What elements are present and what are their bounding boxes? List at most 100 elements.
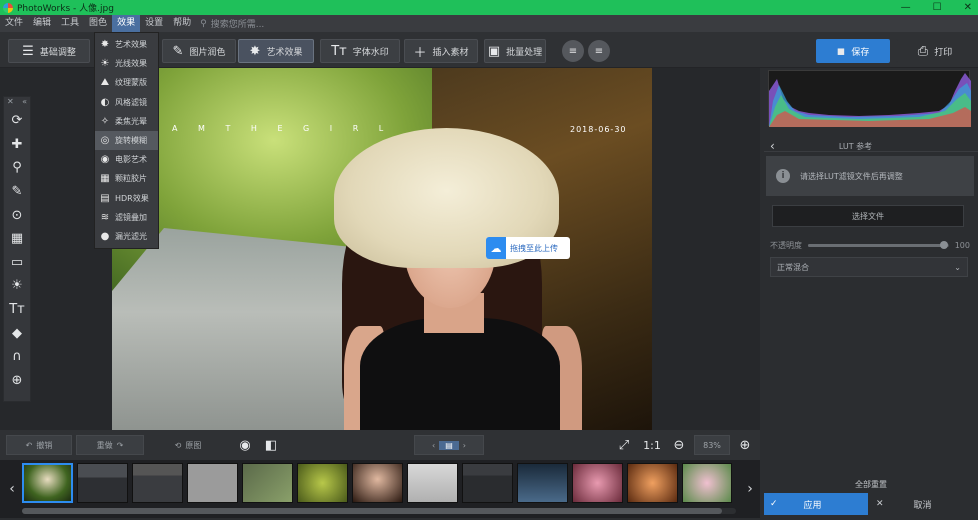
effect-leak[interactable]: ● 漏光滤光	[95, 227, 158, 246]
close-icon[interactable]: ✕	[964, 2, 972, 13]
stamp-tool-icon[interactable]: ⚲	[4, 156, 30, 180]
cancel-button[interactable]: ✕ 取消	[870, 493, 974, 515]
collapse-icon[interactable]: «	[22, 97, 27, 109]
opacity-fill	[808, 243, 945, 247]
menu-file[interactable]: 文件	[0, 15, 28, 32]
thumbnail[interactable]	[517, 463, 568, 503]
batch-button[interactable]: ▣ 批量处理	[484, 39, 546, 63]
right-panel: ‹ LUT 参考 i 请选择LUT滤镜文件后再调整 选择文件 不透明度 100 …	[764, 68, 978, 520]
close-icon[interactable]: ✕	[7, 97, 14, 109]
save-button[interactable]: ▪ 保存	[816, 39, 890, 63]
scrollbar-thumb[interactable]	[22, 508, 722, 514]
menu-settings[interactable]: 设置	[140, 15, 168, 32]
batch-label: 批量处理	[506, 47, 543, 58]
next-image-icon[interactable]: ›	[463, 441, 466, 450]
zoom-value[interactable]: 83%	[694, 435, 730, 455]
menu-color[interactable]: 图色	[84, 15, 112, 32]
menu-search[interactable]: ⚲ 搜索您所需...	[200, 17, 264, 31]
history-icon[interactable]: ≡	[562, 40, 584, 62]
opacity-thumb[interactable]	[940, 240, 949, 249]
photo-canvas[interactable]: A M T H E G I R L 2018-06-30	[112, 68, 652, 430]
apply-label: 应用	[803, 500, 822, 511]
insert-material-button[interactable]: ＋ 插入素材	[404, 39, 478, 63]
menu-help[interactable]: 帮助	[168, 15, 196, 32]
photo-overlay-date: 2018-06-30	[570, 125, 627, 134]
thumbnail[interactable]	[297, 463, 348, 503]
gradient-tool-icon[interactable]: ▦	[4, 227, 30, 251]
opacity-slider[interactable]	[808, 240, 949, 249]
download-history-icon[interactable]: ≡	[588, 40, 610, 62]
thumbnail[interactable]	[187, 463, 238, 503]
select-file-button[interactable]: 选择文件	[772, 205, 964, 227]
filmstrip: ‹ ›	[0, 460, 760, 518]
effect-blur[interactable]: ◎ 旋转模糊	[95, 130, 158, 151]
thumbnail[interactable]	[132, 463, 183, 503]
thumbnail[interactable]	[22, 463, 73, 503]
prev-image-icon[interactable]: ‹	[432, 441, 435, 450]
bandage-tool-icon[interactable]: ✚	[4, 133, 30, 157]
menu-tools[interactable]: 工具	[56, 15, 84, 32]
apply-button[interactable]: ✓ 应用	[764, 493, 868, 515]
filmstrip-next-icon[interactable]: ›	[740, 460, 760, 518]
plus-icon: ＋	[413, 45, 427, 61]
reset-all-button[interactable]: 全部重置	[764, 476, 978, 492]
light-tool-icon[interactable]: ☀	[4, 274, 30, 298]
thumbnail[interactable]	[352, 463, 403, 503]
maximize-icon[interactable]: ☐	[933, 2, 942, 13]
undo-button[interactable]: ↶ 撤销	[6, 435, 72, 455]
close-icon: ✕	[876, 499, 884, 509]
thumbnail[interactable]	[682, 463, 732, 503]
filmstrip-scrollbar[interactable]	[22, 508, 736, 514]
thumbnail[interactable]	[77, 463, 128, 503]
effect-light[interactable]: ☀ 光线效果	[95, 54, 158, 73]
effect-soft-glow[interactable]: ✧ 柔焦光晕	[95, 112, 158, 131]
info-text: 请选择LUT滤镜文件后再调整	[800, 171, 903, 181]
info-icon: i	[776, 169, 790, 183]
menu-edit[interactable]: 编辑	[28, 15, 56, 32]
redo-button[interactable]: 重做 ↷	[76, 435, 144, 455]
filmstrip-prev-icon[interactable]: ‹	[2, 460, 22, 518]
folder-icon[interactable]: ▤	[439, 440, 459, 450]
print-button[interactable]: ⎙ 打印	[896, 39, 974, 63]
thumbnail[interactable]	[462, 463, 513, 503]
thumbnail[interactable]	[627, 463, 678, 503]
rotate-tool-icon[interactable]: ⟳	[4, 109, 30, 133]
effect-style[interactable]: ◐ 风格滤镜	[95, 93, 158, 112]
effect-hdr[interactable]: ▤ HDR效果	[95, 189, 158, 208]
effect-grain[interactable]: ▦ 颗粒胶片	[95, 169, 158, 188]
shape-tool-icon[interactable]: ⊕	[4, 369, 30, 393]
effect-texture[interactable]: ⛰ 纹理蒙版	[95, 73, 158, 92]
hdr-icon: ▤	[100, 192, 110, 204]
thumbnail[interactable]	[572, 463, 623, 503]
zoom-out-icon[interactable]: ⊖	[670, 435, 688, 455]
upload-tooltip[interactable]: ☁ 拖拽至此上传	[486, 237, 570, 259]
basic-adjust-button[interactable]: ☰ 基础调整	[8, 39, 90, 63]
thumbnail[interactable]	[242, 463, 293, 503]
menu-effects[interactable]: 效果	[112, 15, 141, 32]
compare-icon[interactable]: ◧	[262, 435, 280, 455]
effect-art[interactable]: ✸ 艺术效果	[95, 35, 158, 54]
back-icon[interactable]: ‹	[770, 139, 775, 153]
undo-label: 撤销	[36, 440, 53, 450]
vignette-tool-icon[interactable]: ▭	[4, 251, 30, 275]
brush-tool-icon[interactable]: ✎	[4, 180, 30, 204]
text-tool-icon[interactable]: Tт	[4, 298, 30, 322]
thumbnail[interactable]	[407, 463, 458, 503]
zoom-in-icon[interactable]: ⊕	[736, 435, 754, 455]
lasso-tool-icon[interactable]: ∩	[4, 345, 30, 369]
actual-size-button[interactable]: 1:1	[640, 435, 664, 455]
effect-film[interactable]: ◉ 电影艺术	[95, 150, 158, 169]
retouch-button[interactable]: ✎ 图片润色	[162, 39, 236, 63]
fit-screen-icon[interactable]: ⤢	[614, 435, 634, 455]
fill-tool-icon[interactable]: ◆	[4, 321, 30, 345]
floppy-icon: ▪	[836, 43, 846, 59]
text-watermark-button[interactable]: Tт 字体水印	[320, 39, 400, 63]
blend-mode-select[interactable]: 正常混合 ⌄	[770, 257, 968, 277]
effect-overlay[interactable]: ≋ 滤镜叠加	[95, 208, 158, 227]
minimize-icon[interactable]: —	[901, 2, 911, 13]
art-effects-button[interactable]: ✸ 艺术效果	[238, 39, 314, 63]
original-label: 原图	[185, 440, 202, 450]
original-button[interactable]: ⟲ 原图	[156, 435, 220, 455]
target-tool-icon[interactable]: ⊙	[4, 203, 30, 227]
eye-icon[interactable]: ◉	[234, 435, 256, 455]
